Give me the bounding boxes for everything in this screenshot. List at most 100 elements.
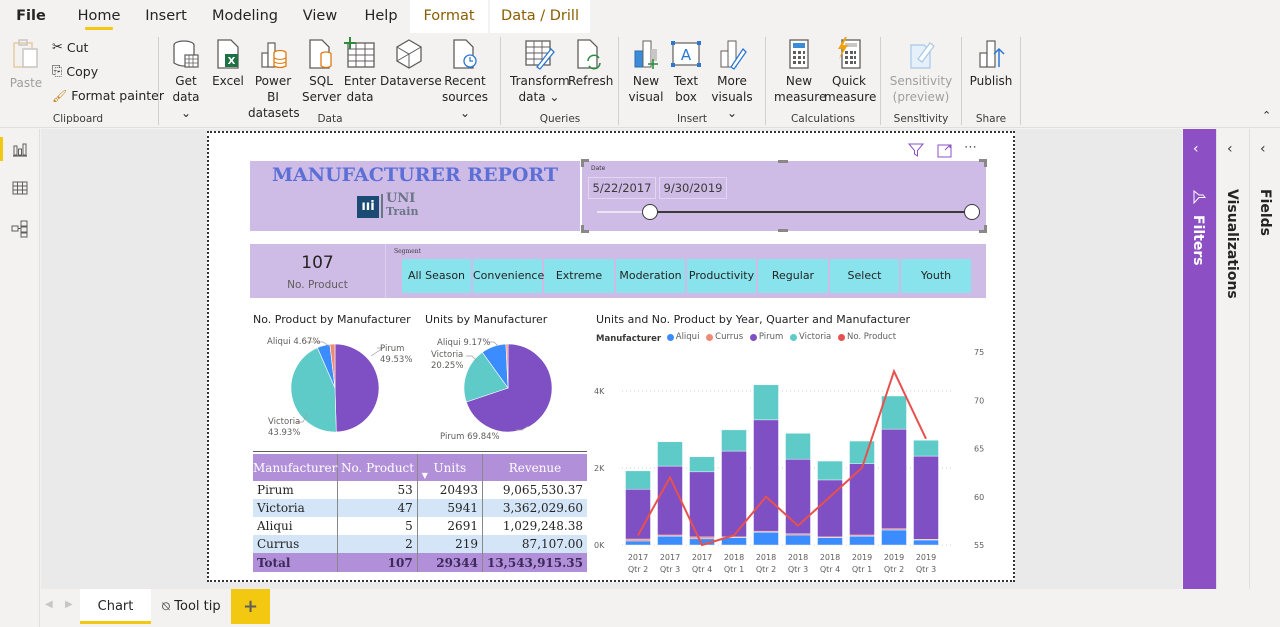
pie-slice-pirum[interactable] xyxy=(334,343,380,433)
quick-measure-button[interactable]: Quick measure xyxy=(824,37,876,105)
segment-option-regular[interactable]: Regular xyxy=(758,259,828,293)
bar-segment-currus[interactable] xyxy=(689,536,715,540)
table-top-rule xyxy=(253,451,587,452)
segment-option-youth[interactable]: Youth xyxy=(901,259,971,293)
tab-format[interactable]: Format xyxy=(410,0,488,33)
expand-visualizations-icon[interactable]: ‹ xyxy=(1227,141,1233,157)
bar-segment-victoria[interactable] xyxy=(785,433,811,460)
cell-revenue: 87,107.00 xyxy=(482,535,587,553)
date-end-input[interactable]: 9/30/2019 xyxy=(659,177,727,199)
bar-segment-victoria[interactable] xyxy=(721,429,747,452)
tab-file[interactable]: File xyxy=(8,0,54,33)
excel-button[interactable]: X Excel xyxy=(210,37,246,89)
copy-icon: ⎘ xyxy=(52,64,63,79)
queries-group-label: Queries xyxy=(539,113,581,125)
table-row[interactable]: Victoria 47 5941 3,362,029.60 xyxy=(253,499,587,517)
scroll-pages-left-icon[interactable]: ◀ xyxy=(45,599,53,610)
filters-pane[interactable]: ‹ Filters xyxy=(1183,129,1216,589)
filter-icon[interactable] xyxy=(907,142,925,162)
collapse-filters-icon[interactable]: ‹ xyxy=(1193,141,1199,157)
new-measure-button[interactable]: New measure xyxy=(774,37,826,105)
slider-end-handle[interactable] xyxy=(964,204,980,220)
page-tab-tool-tip[interactable]: ⦰ Tool tip xyxy=(151,589,231,624)
segment-option-all-season[interactable]: All Season xyxy=(402,259,471,293)
sensitivity-button[interactable]: Sensitivity (preview) ⌄ xyxy=(888,37,954,121)
tab-help[interactable]: Help xyxy=(356,0,406,33)
column-header-units[interactable]: Units ▼ xyxy=(417,454,483,481)
bar-segment-aliqui[interactable] xyxy=(881,529,907,546)
tab-insert[interactable]: Insert xyxy=(140,0,192,33)
tab-home[interactable]: Home xyxy=(70,0,128,33)
publish-button[interactable]: Publish xyxy=(968,37,1014,89)
column-header-no-product[interactable]: No. Product xyxy=(337,454,418,481)
bar-segment-aliqui[interactable] xyxy=(657,535,683,546)
bar-segment-victoria[interactable] xyxy=(625,470,651,490)
transform-data-button[interactable]: Transform data ⌄ xyxy=(510,37,570,105)
bar-segment-pirum[interactable] xyxy=(913,455,939,540)
segment-option-convenience[interactable]: Convenience xyxy=(473,259,544,293)
bar-segment-aliqui[interactable] xyxy=(753,532,779,546)
table-row[interactable]: Currus 2 219 87,107.00 xyxy=(253,535,587,553)
insert-group-label: Insert xyxy=(676,113,708,125)
recent-sources-button[interactable]: Recent sources ⌄ xyxy=(440,37,490,121)
format-painter-button[interactable]: 🖌 Format painter xyxy=(52,88,164,103)
segment-option-productivity[interactable]: Productivity xyxy=(687,259,756,293)
enter-data-button[interactable]: Enter data xyxy=(342,37,378,105)
text-box-button[interactable]: A Text box xyxy=(668,37,704,105)
tab-view[interactable]: View xyxy=(296,0,344,33)
slider-start-handle[interactable] xyxy=(642,204,658,220)
add-page-button[interactable]: + xyxy=(231,589,270,624)
bar-segment-victoria[interactable] xyxy=(753,384,779,421)
power-bi-datasets-button[interactable]: Power BI datasets xyxy=(248,37,300,121)
scroll-pages-right-icon[interactable]: ▶ xyxy=(65,599,73,610)
bar-segment-victoria[interactable] xyxy=(657,441,683,467)
bar-segment-pirum[interactable] xyxy=(785,458,811,535)
visualizations-pane[interactable]: ‹ Visualizations xyxy=(1216,129,1249,627)
bar-segment-pirum[interactable] xyxy=(881,428,907,530)
sensitivity-label-1: Sensitivity xyxy=(889,74,953,88)
bar-segment-currus[interactable] xyxy=(625,538,651,542)
bar-segment-victoria[interactable] xyxy=(689,456,715,473)
segment-option-moderation[interactable]: Moderation xyxy=(616,259,685,293)
data-view-icon[interactable] xyxy=(8,176,32,200)
bar-segment-pirum[interactable] xyxy=(625,488,651,540)
bar-segment-victoria[interactable] xyxy=(913,440,939,457)
bar-segment-aliqui[interactable] xyxy=(785,534,811,546)
bar-segment-aliqui[interactable] xyxy=(849,535,875,546)
pie2-label-pirum: Pirum 69.84% xyxy=(440,432,500,442)
bar-segment-victoria[interactable] xyxy=(881,395,907,430)
refresh-button[interactable]: Refresh xyxy=(568,37,613,89)
get-data-button[interactable]: Get data ⌄ xyxy=(166,37,206,121)
segment-option-select[interactable]: Select xyxy=(830,259,899,293)
menu-bar: File Home Insert Modeling View Help Form… xyxy=(0,0,1280,33)
bar-segment-pirum[interactable] xyxy=(753,419,779,532)
paste-button[interactable]: Paste xyxy=(8,37,44,91)
tab-modeling[interactable]: Modeling xyxy=(206,0,284,33)
more-visuals-button[interactable]: More visuals ⌄ xyxy=(706,37,758,121)
column-header-manufacturer[interactable]: Manufacturer xyxy=(253,454,339,481)
get-data-label-1: Get xyxy=(175,74,197,88)
tab-data-drill[interactable]: Data / Drill xyxy=(490,0,590,33)
expand-fields-icon[interactable]: ‹ xyxy=(1260,141,1266,157)
sql-server-button[interactable]: SQL Server xyxy=(302,37,341,105)
new-visual-button[interactable]: New visual xyxy=(626,37,666,105)
bar-segment-aliqui[interactable] xyxy=(913,539,939,546)
bar-segment-aliqui[interactable] xyxy=(625,540,651,546)
fields-pane[interactable]: ‹ Fields xyxy=(1249,129,1280,627)
table-row[interactable]: Aliqui 5 2691 1,029,248.38 xyxy=(253,517,587,535)
collapse-ribbon-icon[interactable]: ⌃ xyxy=(1262,109,1271,122)
page-tab-chart[interactable]: Chart xyxy=(80,589,151,624)
table-row[interactable]: Pirum 53 20493 9,065,530.37 xyxy=(253,481,587,499)
cut-button[interactable]: ✂ Cut xyxy=(52,40,88,55)
copy-button[interactable]: ⎘ Copy xyxy=(52,64,98,79)
report-view-icon[interactable] xyxy=(8,137,32,161)
dataverse-button[interactable]: Dataverse xyxy=(380,37,442,89)
model-view-icon[interactable] xyxy=(8,217,32,241)
more-options-icon[interactable]: ⋯ xyxy=(964,140,978,155)
bar-segment-aliqui[interactable] xyxy=(817,537,843,546)
column-header-revenue[interactable]: Revenue xyxy=(482,454,587,481)
segment-option-extreme[interactable]: Extreme xyxy=(544,259,614,293)
x-tick-quarter: Qtr 2 xyxy=(628,565,648,574)
bar-segment-victoria[interactable] xyxy=(817,460,843,481)
date-start-input[interactable]: 5/22/2017 xyxy=(588,177,656,199)
